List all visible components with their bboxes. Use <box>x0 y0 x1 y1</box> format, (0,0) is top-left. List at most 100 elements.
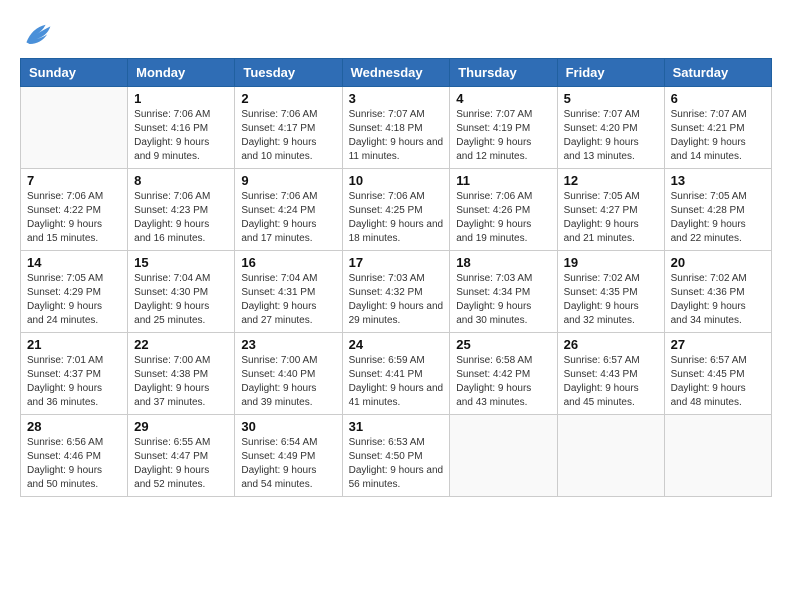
day-info: Sunrise: 6:55 AMSunset: 4:47 PMDaylight:… <box>134 436 228 492</box>
calendar-cell: 29Sunrise: 6:55 AMSunset: 4:47 PMDayligh… <box>128 415 235 497</box>
calendar-cell: 27 Sunrise: 6:57 AMSunset: 4:45 PMDayligh… <box>664 333 771 415</box>
day-info: Sunrise: 7:02 AMSunset: 4:35 PMDaylight:… <box>564 272 658 328</box>
calendar-cell: 3 Sunrise: 7:07 AMSunset: 4:18 PMDaylight… <box>342 87 450 169</box>
calendar-table: SundayMondayTuesdayWednesdayThursdayFrid… <box>20 58 772 497</box>
day-info: Sunrise: 7:00 AMSunset: 4:40 PMDaylight:… <box>241 354 335 410</box>
day-info: Sunrise: 7:04 AMSunset: 4:31 PMDaylight:… <box>241 272 335 328</box>
day-number: 23 <box>241 337 335 352</box>
day-info: Sunrise: 7:03 AMSunset: 4:34 PMDaylight:… <box>456 272 550 328</box>
day-info: Sunrise: 7:05 AMSunset: 4:29 PMDaylight:… <box>27 272 121 328</box>
day-number: 9 <box>241 173 335 188</box>
day-number: 4 <box>456 91 550 106</box>
day-info: Sunrise: 7:06 AMSunset: 4:23 PMDaylight:… <box>134 190 228 246</box>
calendar-cell <box>664 415 771 497</box>
day-info: Sunrise: 7:06 AMSunset: 4:25 PMDaylight:… <box>349 190 444 246</box>
day-number: 3 <box>349 91 444 106</box>
calendar-cell: 5Sunrise: 7:07 AMSunset: 4:20 PMDaylight… <box>557 87 664 169</box>
calendar-cell: 17Sunrise: 7:03 AMSunset: 4:32 PMDayligh… <box>342 251 450 333</box>
logo <box>20 20 56 48</box>
day-number: 20 <box>671 255 765 270</box>
calendar-cell: 31 Sunrise: 6:53 AMSunset: 4:50 PMDayligh… <box>342 415 450 497</box>
day-number: 19 <box>564 255 658 270</box>
day-number: 31 <box>349 419 444 434</box>
calendar-cell: 16 Sunrise: 7:04 AMSunset: 4:31 PMDayligh… <box>235 251 342 333</box>
calendar-cell: 21 Sunrise: 7:01 AMSunset: 4:37 PMDayligh… <box>21 333 128 415</box>
day-number: 7 <box>27 173 121 188</box>
day-info: Sunrise: 6:53 AMSunset: 4:50 PMDaylight:… <box>349 436 444 492</box>
day-number: 28 <box>27 419 121 434</box>
day-info: Sunrise: 7:00 AMSunset: 4:38 PMDaylight:… <box>134 354 228 410</box>
weekday-header: Monday <box>128 59 235 87</box>
day-info: Sunrise: 6:58 AMSunset: 4:42 PMDaylight:… <box>456 354 550 410</box>
calendar-cell: 24 Sunrise: 6:59 AMSunset: 4:41 PMDayligh… <box>342 333 450 415</box>
calendar-cell: 18 Sunrise: 7:03 AMSunset: 4:34 PMDayligh… <box>450 251 557 333</box>
day-info: Sunrise: 6:54 AMSunset: 4:49 PMDaylight:… <box>241 436 335 492</box>
day-info: Sunrise: 6:57 AMSunset: 4:45 PMDaylight:… <box>671 354 765 410</box>
day-info: Sunrise: 7:06 AMSunset: 4:17 PMDaylight:… <box>241 108 335 164</box>
day-number: 6 <box>671 91 765 106</box>
day-info: Sunrise: 7:07 AMSunset: 4:18 PMDaylight:… <box>349 108 444 164</box>
day-info: Sunrise: 7:07 AMSunset: 4:21 PMDaylight:… <box>671 108 765 164</box>
calendar-cell: 7 Sunrise: 7:06 AMSunset: 4:22 PMDaylight… <box>21 169 128 251</box>
day-number: 1 <box>134 91 228 106</box>
calendar-week-row: 28 Sunrise: 6:56 AMSunset: 4:46 PMDayligh… <box>21 415 772 497</box>
page-header <box>20 20 772 48</box>
weekday-header: Saturday <box>664 59 771 87</box>
calendar-cell: 11 Sunrise: 7:06 AMSunset: 4:26 PMDayligh… <box>450 169 557 251</box>
day-number: 30 <box>241 419 335 434</box>
day-number: 18 <box>456 255 550 270</box>
weekday-header: Tuesday <box>235 59 342 87</box>
day-info: Sunrise: 6:59 AMSunset: 4:41 PMDaylight:… <box>349 354 444 410</box>
weekday-header: Thursday <box>450 59 557 87</box>
day-number: 15 <box>134 255 228 270</box>
day-info: Sunrise: 7:03 AMSunset: 4:32 PMDaylight:… <box>349 272 444 328</box>
calendar-cell: 12Sunrise: 7:05 AMSunset: 4:27 PMDayligh… <box>557 169 664 251</box>
day-number: 11 <box>456 173 550 188</box>
calendar-cell: 28 Sunrise: 6:56 AMSunset: 4:46 PMDayligh… <box>21 415 128 497</box>
day-number: 26 <box>564 337 658 352</box>
day-info: Sunrise: 7:07 AMSunset: 4:19 PMDaylight:… <box>456 108 550 164</box>
calendar-cell <box>557 415 664 497</box>
day-number: 22 <box>134 337 228 352</box>
calendar-cell: 26 Sunrise: 6:57 AMSunset: 4:43 PMDayligh… <box>557 333 664 415</box>
day-info: Sunrise: 7:05 AMSunset: 4:28 PMDaylight:… <box>671 190 765 246</box>
weekday-header: Wednesday <box>342 59 450 87</box>
calendar-cell <box>450 415 557 497</box>
calendar-cell: 2 Sunrise: 7:06 AMSunset: 4:17 PMDaylight… <box>235 87 342 169</box>
weekday-header: Sunday <box>21 59 128 87</box>
day-info: Sunrise: 7:01 AMSunset: 4:37 PMDaylight:… <box>27 354 121 410</box>
calendar-cell: 9 Sunrise: 7:06 AMSunset: 4:24 PMDaylight… <box>235 169 342 251</box>
calendar-cell: 25Sunrise: 6:58 AMSunset: 4:42 PMDayligh… <box>450 333 557 415</box>
calendar-cell: 1Sunrise: 7:06 AMSunset: 4:16 PMDaylight… <box>128 87 235 169</box>
day-info: Sunrise: 7:06 AMSunset: 4:24 PMDaylight:… <box>241 190 335 246</box>
day-info: Sunrise: 7:07 AMSunset: 4:20 PMDaylight:… <box>564 108 658 164</box>
calendar-cell: 15Sunrise: 7:04 AMSunset: 4:30 PMDayligh… <box>128 251 235 333</box>
calendar-cell: 6 Sunrise: 7:07 AMSunset: 4:21 PMDaylight… <box>664 87 771 169</box>
day-info: Sunrise: 6:57 AMSunset: 4:43 PMDaylight:… <box>564 354 658 410</box>
day-info: Sunrise: 6:56 AMSunset: 4:46 PMDaylight:… <box>27 436 121 492</box>
calendar-cell: 23 Sunrise: 7:00 AMSunset: 4:40 PMDayligh… <box>235 333 342 415</box>
day-number: 12 <box>564 173 658 188</box>
day-number: 21 <box>27 337 121 352</box>
day-info: Sunrise: 7:02 AMSunset: 4:36 PMDaylight:… <box>671 272 765 328</box>
calendar-cell: 4 Sunrise: 7:07 AMSunset: 4:19 PMDaylight… <box>450 87 557 169</box>
calendar-week-row: 14Sunrise: 7:05 AMSunset: 4:29 PMDayligh… <box>21 251 772 333</box>
calendar-cell: 14Sunrise: 7:05 AMSunset: 4:29 PMDayligh… <box>21 251 128 333</box>
day-info: Sunrise: 7:06 AMSunset: 4:22 PMDaylight:… <box>27 190 121 246</box>
calendar-cell: 22 Sunrise: 7:00 AMSunset: 4:38 PMDayligh… <box>128 333 235 415</box>
calendar-cell: 20 Sunrise: 7:02 AMSunset: 4:36 PMDayligh… <box>664 251 771 333</box>
day-number: 16 <box>241 255 335 270</box>
day-number: 8 <box>134 173 228 188</box>
calendar-cell: 30 Sunrise: 6:54 AMSunset: 4:49 PMDayligh… <box>235 415 342 497</box>
day-number: 13 <box>671 173 765 188</box>
calendar-cell <box>21 87 128 169</box>
logo-icon <box>20 20 52 48</box>
day-number: 24 <box>349 337 444 352</box>
calendar-cell: 19 Sunrise: 7:02 AMSunset: 4:35 PMDayligh… <box>557 251 664 333</box>
day-number: 2 <box>241 91 335 106</box>
day-number: 27 <box>671 337 765 352</box>
calendar-cell: 13 Sunrise: 7:05 AMSunset: 4:28 PMDayligh… <box>664 169 771 251</box>
calendar-cell: 10 Sunrise: 7:06 AMSunset: 4:25 PMDayligh… <box>342 169 450 251</box>
day-number: 10 <box>349 173 444 188</box>
day-info: Sunrise: 7:06 AMSunset: 4:26 PMDaylight:… <box>456 190 550 246</box>
